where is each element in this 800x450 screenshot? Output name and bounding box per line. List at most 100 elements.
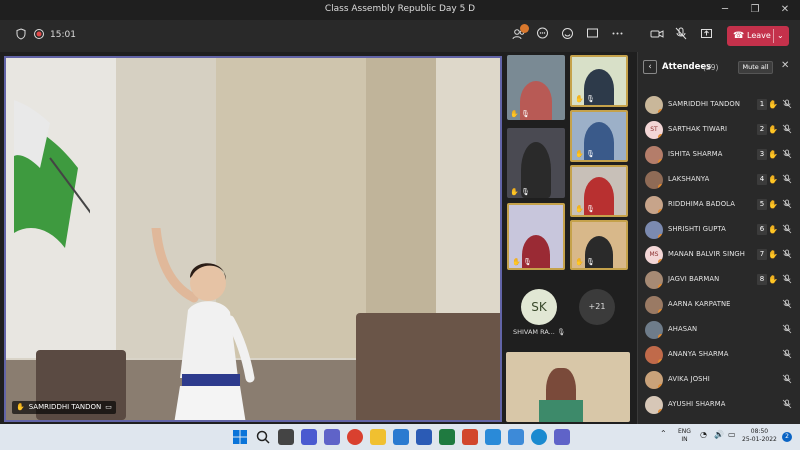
mail-icon[interactable] — [393, 429, 409, 445]
camera-icon[interactable] — [648, 27, 666, 45]
mic-muted-icon[interactable] — [782, 249, 792, 259]
attendee-row[interactable]: SAMRIDDHI TANDON 1 ✋ — [638, 92, 800, 117]
teams-chat-icon[interactable] — [324, 429, 340, 445]
close-icon[interactable]: ✕ — [781, 60, 789, 71]
participant-video-tile[interactable]: ✋ 🎙 — [570, 110, 628, 162]
raised-hand-icon: ✋ — [575, 258, 584, 266]
avatar: MS — [645, 246, 663, 264]
participant-video-tile[interactable]: ✋ 🎙 — [570, 220, 628, 270]
mic-muted-icon[interactable] — [782, 274, 792, 284]
avatar — [645, 96, 663, 114]
raised-hand-icon: ✋ — [510, 110, 519, 118]
participant-video-tile[interactable]: ✋ 🎙 — [507, 128, 565, 198]
status-dot — [658, 109, 663, 114]
avatar[interactable]: SK — [521, 289, 557, 325]
region-code: IN — [681, 436, 688, 443]
status-dot — [658, 309, 663, 314]
attendee-row[interactable]: MS MANAN BALVIR SINGH 7 ✋ — [638, 242, 800, 267]
share-screen-icon[interactable] — [697, 27, 715, 45]
mic-muted-icon[interactable] — [782, 299, 792, 309]
attendee-row[interactable]: JAGVI BARMAN 8 ✋ — [638, 267, 800, 292]
mic-muted-icon[interactable] — [672, 27, 690, 45]
search-icon[interactable] — [255, 429, 271, 445]
shield-icon[interactable] — [12, 27, 30, 45]
widgets-icon[interactable] — [301, 429, 317, 445]
mic-muted-icon[interactable] — [782, 324, 792, 334]
self-view-video[interactable] — [506, 352, 630, 422]
clock[interactable]: 08:50 25-01-2022 — [742, 428, 777, 444]
screen-share-small-icon: ▭ — [105, 403, 112, 411]
attendee-row[interactable]: RIDDHIMA BADOLA 5 ✋ — [638, 192, 800, 217]
back-button[interactable]: ‹ — [643, 60, 657, 74]
app-icon[interactable] — [508, 429, 524, 445]
attendee-row[interactable]: SHRISHTI GUPTA 6 ✋ — [638, 217, 800, 242]
close-window-button[interactable]: ✕ — [770, 2, 800, 18]
mic-muted-icon[interactable] — [782, 224, 792, 234]
dancer-figure — [151, 228, 255, 420]
raised-hand-indicator: 1 ✋ — [757, 98, 778, 110]
more-options-icon[interactable] — [608, 27, 626, 45]
word-icon[interactable] — [416, 429, 432, 445]
mic-muted-icon[interactable] — [782, 124, 792, 134]
main-speaker-video[interactable]: ✋ SAMRIDDHI TANDON ▭ — [4, 56, 502, 422]
avatar — [645, 171, 663, 189]
battery-icon[interactable]: ▭ — [728, 431, 736, 439]
raised-hand-icon: ✋ — [510, 188, 519, 196]
teams-icon[interactable] — [554, 429, 570, 445]
avatar — [645, 196, 663, 214]
file-explorer-icon[interactable] — [370, 429, 386, 445]
chevron-up-icon[interactable]: ⌃ — [660, 430, 667, 438]
mic-muted-icon[interactable] — [782, 349, 792, 359]
attendee-row[interactable]: ANANYA SHARMA — [638, 342, 800, 367]
attendee-row[interactable]: ST SARTHAK TIWARI 2 ✋ — [638, 117, 800, 142]
excel-icon[interactable] — [439, 429, 455, 445]
attendee-row[interactable]: ISHITA SHARMA 3 ✋ — [638, 142, 800, 167]
attendee-name: SARTHAK TIWARI — [668, 125, 728, 133]
mute-all-button[interactable]: Mute all — [738, 61, 773, 74]
wifi-icon[interactable]: ◔ — [700, 431, 707, 439]
chevron-down-icon[interactable]: ⌄ — [777, 26, 784, 46]
mic-icon: 🎙 — [523, 258, 532, 266]
chrome-icon[interactable] — [347, 429, 363, 445]
mic-muted-icon[interactable] — [782, 199, 792, 209]
share-tray-icon[interactable] — [583, 27, 601, 45]
meeting-title: Class Assembly Republic Day 5 D — [324, 4, 476, 14]
attendee-name: AHASAN — [668, 325, 698, 333]
todo-icon[interactable] — [485, 429, 501, 445]
notification-badge[interactable]: 2 — [782, 432, 792, 442]
speaker-name-tag: ✋ SAMRIDDHI TANDON ▭ — [12, 401, 116, 414]
windows-start-icon[interactable] — [232, 429, 248, 445]
chat-icon[interactable] — [533, 27, 551, 45]
teams-meeting-window: Class Assembly Republic Day 5 D ─ ❐ ✕ 15… — [0, 0, 800, 450]
participant-video-tile[interactable]: ✋ 🎙 — [507, 203, 565, 270]
raised-hand-indicator: 4 ✋ — [757, 173, 778, 185]
participant-video-tile[interactable]: ✋ 🎙 — [570, 165, 628, 217]
task-view-icon[interactable] — [278, 429, 294, 445]
mic-muted-icon[interactable] — [782, 374, 792, 384]
edge-icon[interactable] — [531, 429, 547, 445]
attendee-row[interactable]: AVIKA JOSHI — [638, 367, 800, 392]
participants-icon[interactable] — [510, 24, 529, 45]
mic-muted-icon[interactable] — [782, 174, 792, 184]
powerpoint-icon[interactable] — [462, 429, 478, 445]
volume-icon[interactable]: 🔊 — [714, 431, 724, 439]
mic-muted-icon[interactable] — [782, 99, 792, 109]
reactions-icon[interactable] — [558, 27, 576, 45]
minimize-button[interactable]: ─ — [710, 2, 740, 18]
attendee-row[interactable]: LAKSHANYA 4 ✋ — [638, 167, 800, 192]
participant-video-tile[interactable]: ✋ 🎙 — [507, 55, 565, 120]
maximize-button[interactable]: ❐ — [740, 2, 770, 18]
raised-hand-icon: ✋ — [768, 174, 778, 184]
participant-video-tile[interactable]: ✋ 🎙 — [570, 55, 628, 107]
leave-button[interactable]: ☎ Leave ⌄ — [727, 26, 789, 46]
raised-hand-indicator: 2 ✋ — [757, 123, 778, 135]
status-dot — [658, 284, 663, 289]
language-indicator[interactable]: ENG IN — [678, 428, 691, 444]
mic-muted-icon[interactable] — [782, 149, 792, 159]
attendee-row[interactable]: AYUSHI SHARMA — [638, 392, 800, 417]
attendee-row[interactable]: AARNA KARPATNE — [638, 292, 800, 317]
attendee-row[interactable]: AHASAN — [638, 317, 800, 342]
mic-muted-icon[interactable] — [782, 399, 792, 409]
raised-hand-icon: ✋ — [575, 205, 584, 213]
more-participants-button[interactable]: +21 — [579, 289, 615, 325]
